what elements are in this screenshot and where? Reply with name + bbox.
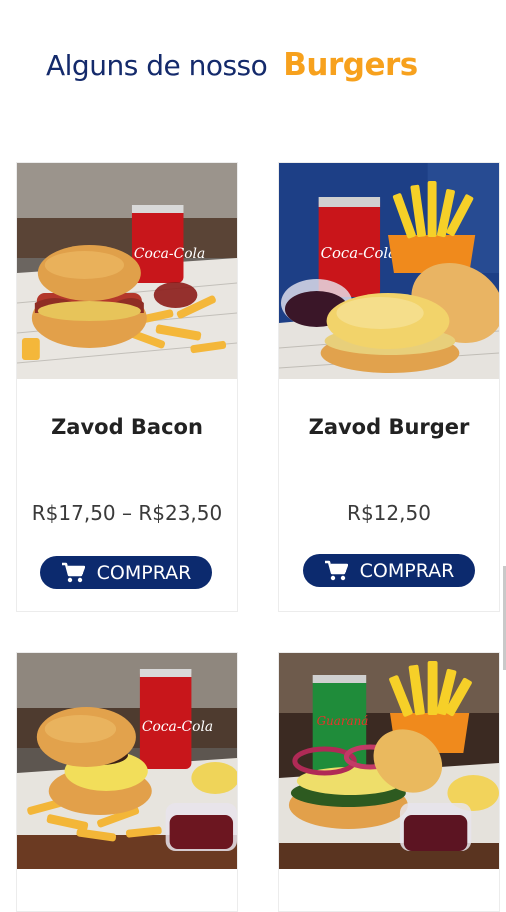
buy-button-label: COMPRAR xyxy=(359,559,455,582)
svg-text:Coca-Cola: Coca-Cola xyxy=(134,246,205,262)
product-name[interactable]: Zavod Burger xyxy=(279,415,499,439)
buy-button[interactable]: COMPRAR xyxy=(303,554,475,587)
product-price: R$12,50 xyxy=(347,501,431,525)
svg-text:Coca-Cola: Coca-Cola xyxy=(321,244,397,262)
section-heading: Alguns de nosso Burgers xyxy=(46,40,418,90)
buy-button[interactable]: COMPRAR xyxy=(40,556,212,589)
product-card-zavod-burger: Coca-Cola Zavod Burger R$12,50 COMPRAR xyxy=(278,162,500,612)
product-image-zavod-bacon[interactable]: Coca-Cola xyxy=(17,163,237,379)
product-card-zavod-bacon: Coca-Cola Zavod Bacon R$17,50 – R$23,50 xyxy=(16,162,238,612)
buy-button-label: COMPRAR xyxy=(96,561,192,584)
section-title-highlight: Burgers xyxy=(283,47,418,83)
svg-text:Guaraná: Guaraná xyxy=(317,714,369,728)
shopping-cart-icon xyxy=(324,560,348,580)
product-card-4: Guaraná xyxy=(278,652,500,912)
shopping-cart-icon xyxy=(61,562,85,582)
section-title-prefix: Alguns de nosso xyxy=(46,48,268,82)
product-image-4[interactable]: Guaraná xyxy=(279,653,499,869)
product-name[interactable]: Zavod Bacon xyxy=(17,415,237,439)
product-image-3[interactable]: Coca-Cola xyxy=(17,653,237,869)
product-image-zavod-burger[interactable]: Coca-Cola xyxy=(279,163,499,379)
svg-text:Coca-Cola: Coca-Cola xyxy=(142,719,213,735)
product-card-3: Coca-Cola xyxy=(16,652,238,912)
product-price: R$17,50 – R$23,50 xyxy=(31,501,223,525)
